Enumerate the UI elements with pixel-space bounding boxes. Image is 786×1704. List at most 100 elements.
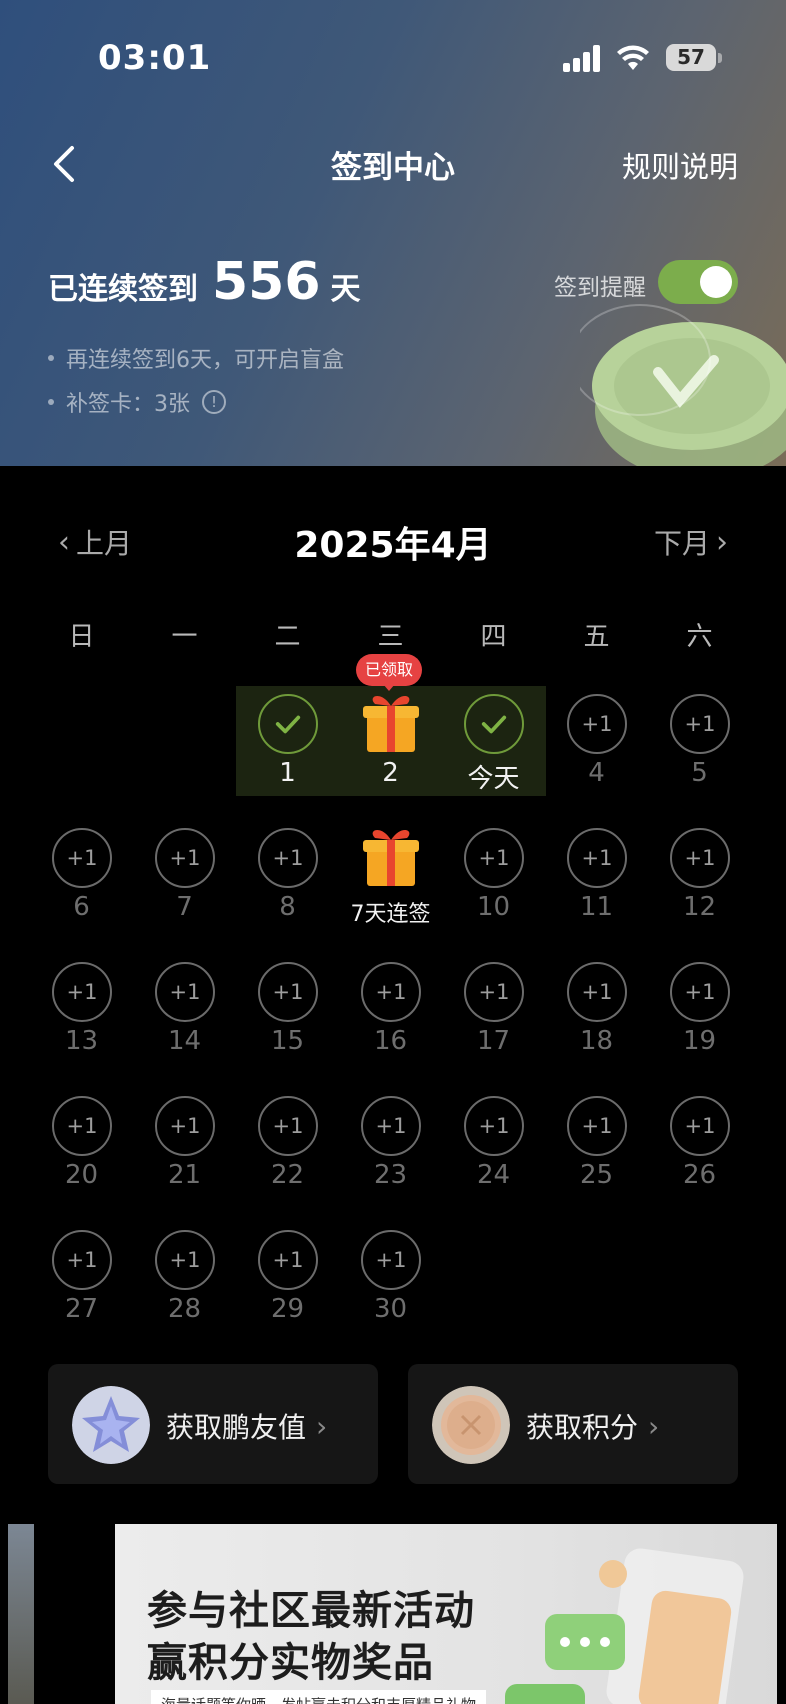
day-label: 8 bbox=[279, 892, 296, 922]
day-label: 17 bbox=[476, 1026, 511, 1056]
calendar-day[interactable]: +1 11 bbox=[545, 820, 648, 930]
status-bar: 03:01 57 bbox=[0, 0, 786, 110]
day-label: 4 bbox=[588, 758, 605, 788]
tip-blind-box: 再连续签到6天，可开启盲盒 bbox=[48, 342, 344, 374]
calendar-day[interactable]: +1 23 bbox=[339, 1088, 442, 1198]
calendar-day[interactable]: 7天连签 bbox=[339, 820, 442, 930]
streak-summary: 已连续签到 556 天 bbox=[48, 252, 361, 312]
tip-text: 补签卡：3张 bbox=[66, 392, 190, 417]
banner-title-line2: 赢积分实物奖品 bbox=[147, 1640, 434, 1686]
plus-one-badge: +1 bbox=[464, 962, 524, 1022]
calendar-day[interactable]: +1 5 bbox=[648, 686, 751, 796]
calendar-day[interactable]: +1 16 bbox=[339, 954, 442, 1064]
calendar-day[interactable]: +1 7 bbox=[133, 820, 236, 930]
calendar-day[interactable]: 1 bbox=[236, 686, 339, 796]
plus-one-badge: +1 bbox=[52, 1096, 112, 1156]
calendar-day[interactable]: +1 21 bbox=[133, 1088, 236, 1198]
checkin-coin-illustration bbox=[580, 304, 786, 466]
plus-one-badge: +1 bbox=[670, 962, 730, 1022]
banner-subtitle: 海量话题等你晒，发帖赢击积分和丰厚精品礼物 bbox=[151, 1690, 487, 1704]
reminder-label: 签到提醒 bbox=[554, 275, 646, 301]
plus-one-badge: +1 bbox=[258, 1230, 318, 1290]
checkmark-icon bbox=[258, 694, 318, 754]
calendar-day[interactable]: +1 24 bbox=[442, 1088, 545, 1198]
chevron-right-icon: › bbox=[316, 1409, 328, 1443]
plus-one-badge: +1 bbox=[155, 1230, 215, 1290]
day-label: 7 bbox=[176, 892, 193, 922]
calendar-day[interactable]: +1 14 bbox=[133, 954, 236, 1064]
plus-one-badge: +1 bbox=[567, 828, 627, 888]
next-month-label: 下月 bbox=[653, 527, 710, 560]
get-friend-points-card[interactable]: 获取鹏友值 › bbox=[48, 1364, 378, 1484]
day-label: 24 bbox=[476, 1160, 511, 1190]
calendar-day[interactable]: +1 10 bbox=[442, 820, 545, 930]
get-points-card[interactable]: 获取积分 › bbox=[408, 1364, 738, 1484]
calendar-day[interactable]: +1 8 bbox=[236, 820, 339, 930]
plus-one-badge: +1 bbox=[258, 828, 318, 888]
calendar-day[interactable]: +1 29 bbox=[236, 1222, 339, 1332]
day-label: 29 bbox=[270, 1294, 305, 1324]
star-badge-icon bbox=[72, 1386, 150, 1464]
day-label: 25 bbox=[579, 1160, 614, 1190]
calendar-day[interactable]: +1 15 bbox=[236, 954, 339, 1064]
calendar-day[interactable]: +1 25 bbox=[545, 1088, 648, 1198]
plus-one-badge: +1 bbox=[52, 962, 112, 1022]
claimed-badge: 已领取 bbox=[356, 654, 422, 686]
plus-one-badge: +1 bbox=[567, 694, 627, 754]
battery-cap bbox=[718, 53, 722, 63]
toggle-knob bbox=[700, 266, 732, 298]
battery-icon: 57 bbox=[666, 44, 716, 71]
day-label: 26 bbox=[682, 1160, 717, 1190]
day-label: 22 bbox=[270, 1160, 305, 1190]
weekday-label: 二 bbox=[274, 622, 301, 652]
plus-one-badge: +1 bbox=[258, 962, 318, 1022]
calendar-day[interactable]: +1 4 bbox=[545, 686, 648, 796]
plus-one-badge: +1 bbox=[155, 828, 215, 888]
plus-one-badge: +1 bbox=[52, 828, 112, 888]
streak-days: 556 bbox=[212, 252, 321, 312]
plus-one-badge: +1 bbox=[155, 1096, 215, 1156]
day-label: 2 bbox=[382, 758, 399, 788]
weekday-label: 六 bbox=[686, 622, 713, 652]
plus-one-badge: +1 bbox=[670, 694, 730, 754]
calendar-day[interactable]: +1 27 bbox=[30, 1222, 133, 1332]
day-label: 28 bbox=[167, 1294, 202, 1324]
calendar-day[interactable]: +1 12 bbox=[648, 820, 751, 930]
tip-makeup-card: 补签卡：3张 ! bbox=[48, 386, 226, 418]
plus-one-badge: +1 bbox=[361, 1096, 421, 1156]
calendar-day[interactable]: +1 30 bbox=[339, 1222, 442, 1332]
calendar-day[interactable]: +1 13 bbox=[30, 954, 133, 1064]
plus-one-badge: +1 bbox=[155, 962, 215, 1022]
gift-box-icon[interactable] bbox=[361, 824, 421, 888]
day-label: 14 bbox=[167, 1026, 202, 1056]
day-label: 今天 bbox=[467, 764, 520, 794]
day-label: 10 bbox=[476, 892, 511, 922]
next-month-button[interactable]: 下月 › bbox=[654, 522, 734, 562]
calendar-day[interactable]: +1 6 bbox=[30, 820, 133, 930]
plus-one-badge: +1 bbox=[361, 1230, 421, 1290]
plus-one-badge: +1 bbox=[567, 1096, 627, 1156]
calendar-day[interactable]: +1 19 bbox=[648, 954, 751, 1064]
activity-banner[interactable]: 参与社区最新活动 赢积分实物奖品 海量话题等你晒，发帖赢击积分和丰厚精品礼物 bbox=[115, 1524, 777, 1704]
plus-one-badge: +1 bbox=[567, 962, 627, 1022]
calendar-day[interactable]: 2 bbox=[339, 686, 442, 796]
prev-banner-peek[interactable] bbox=[8, 1524, 34, 1704]
calendar-day[interactable]: +1 17 bbox=[442, 954, 545, 1064]
calendar-day[interactable]: +1 20 bbox=[30, 1088, 133, 1198]
status-time: 03:01 bbox=[98, 38, 212, 78]
day-label: 5 bbox=[691, 758, 708, 788]
gift-box-icon[interactable] bbox=[361, 690, 421, 754]
plus-one-badge: +1 bbox=[670, 828, 730, 888]
calendar-day[interactable]: 今天 bbox=[442, 686, 545, 796]
calendar-day[interactable]: +1 22 bbox=[236, 1088, 339, 1198]
rules-link[interactable]: 规则说明 bbox=[622, 144, 738, 186]
calendar-day[interactable]: +1 28 bbox=[133, 1222, 236, 1332]
reminder-toggle[interactable] bbox=[658, 260, 738, 304]
bullet-dot bbox=[48, 355, 54, 361]
calendar-day[interactable]: +1 18 bbox=[545, 954, 648, 1064]
day-label: 30 bbox=[373, 1294, 408, 1324]
chevron-right-icon: › bbox=[716, 524, 728, 560]
day-label: 21 bbox=[167, 1160, 202, 1190]
calendar-day[interactable]: +1 26 bbox=[648, 1088, 751, 1198]
info-icon[interactable]: ! bbox=[202, 390, 226, 414]
